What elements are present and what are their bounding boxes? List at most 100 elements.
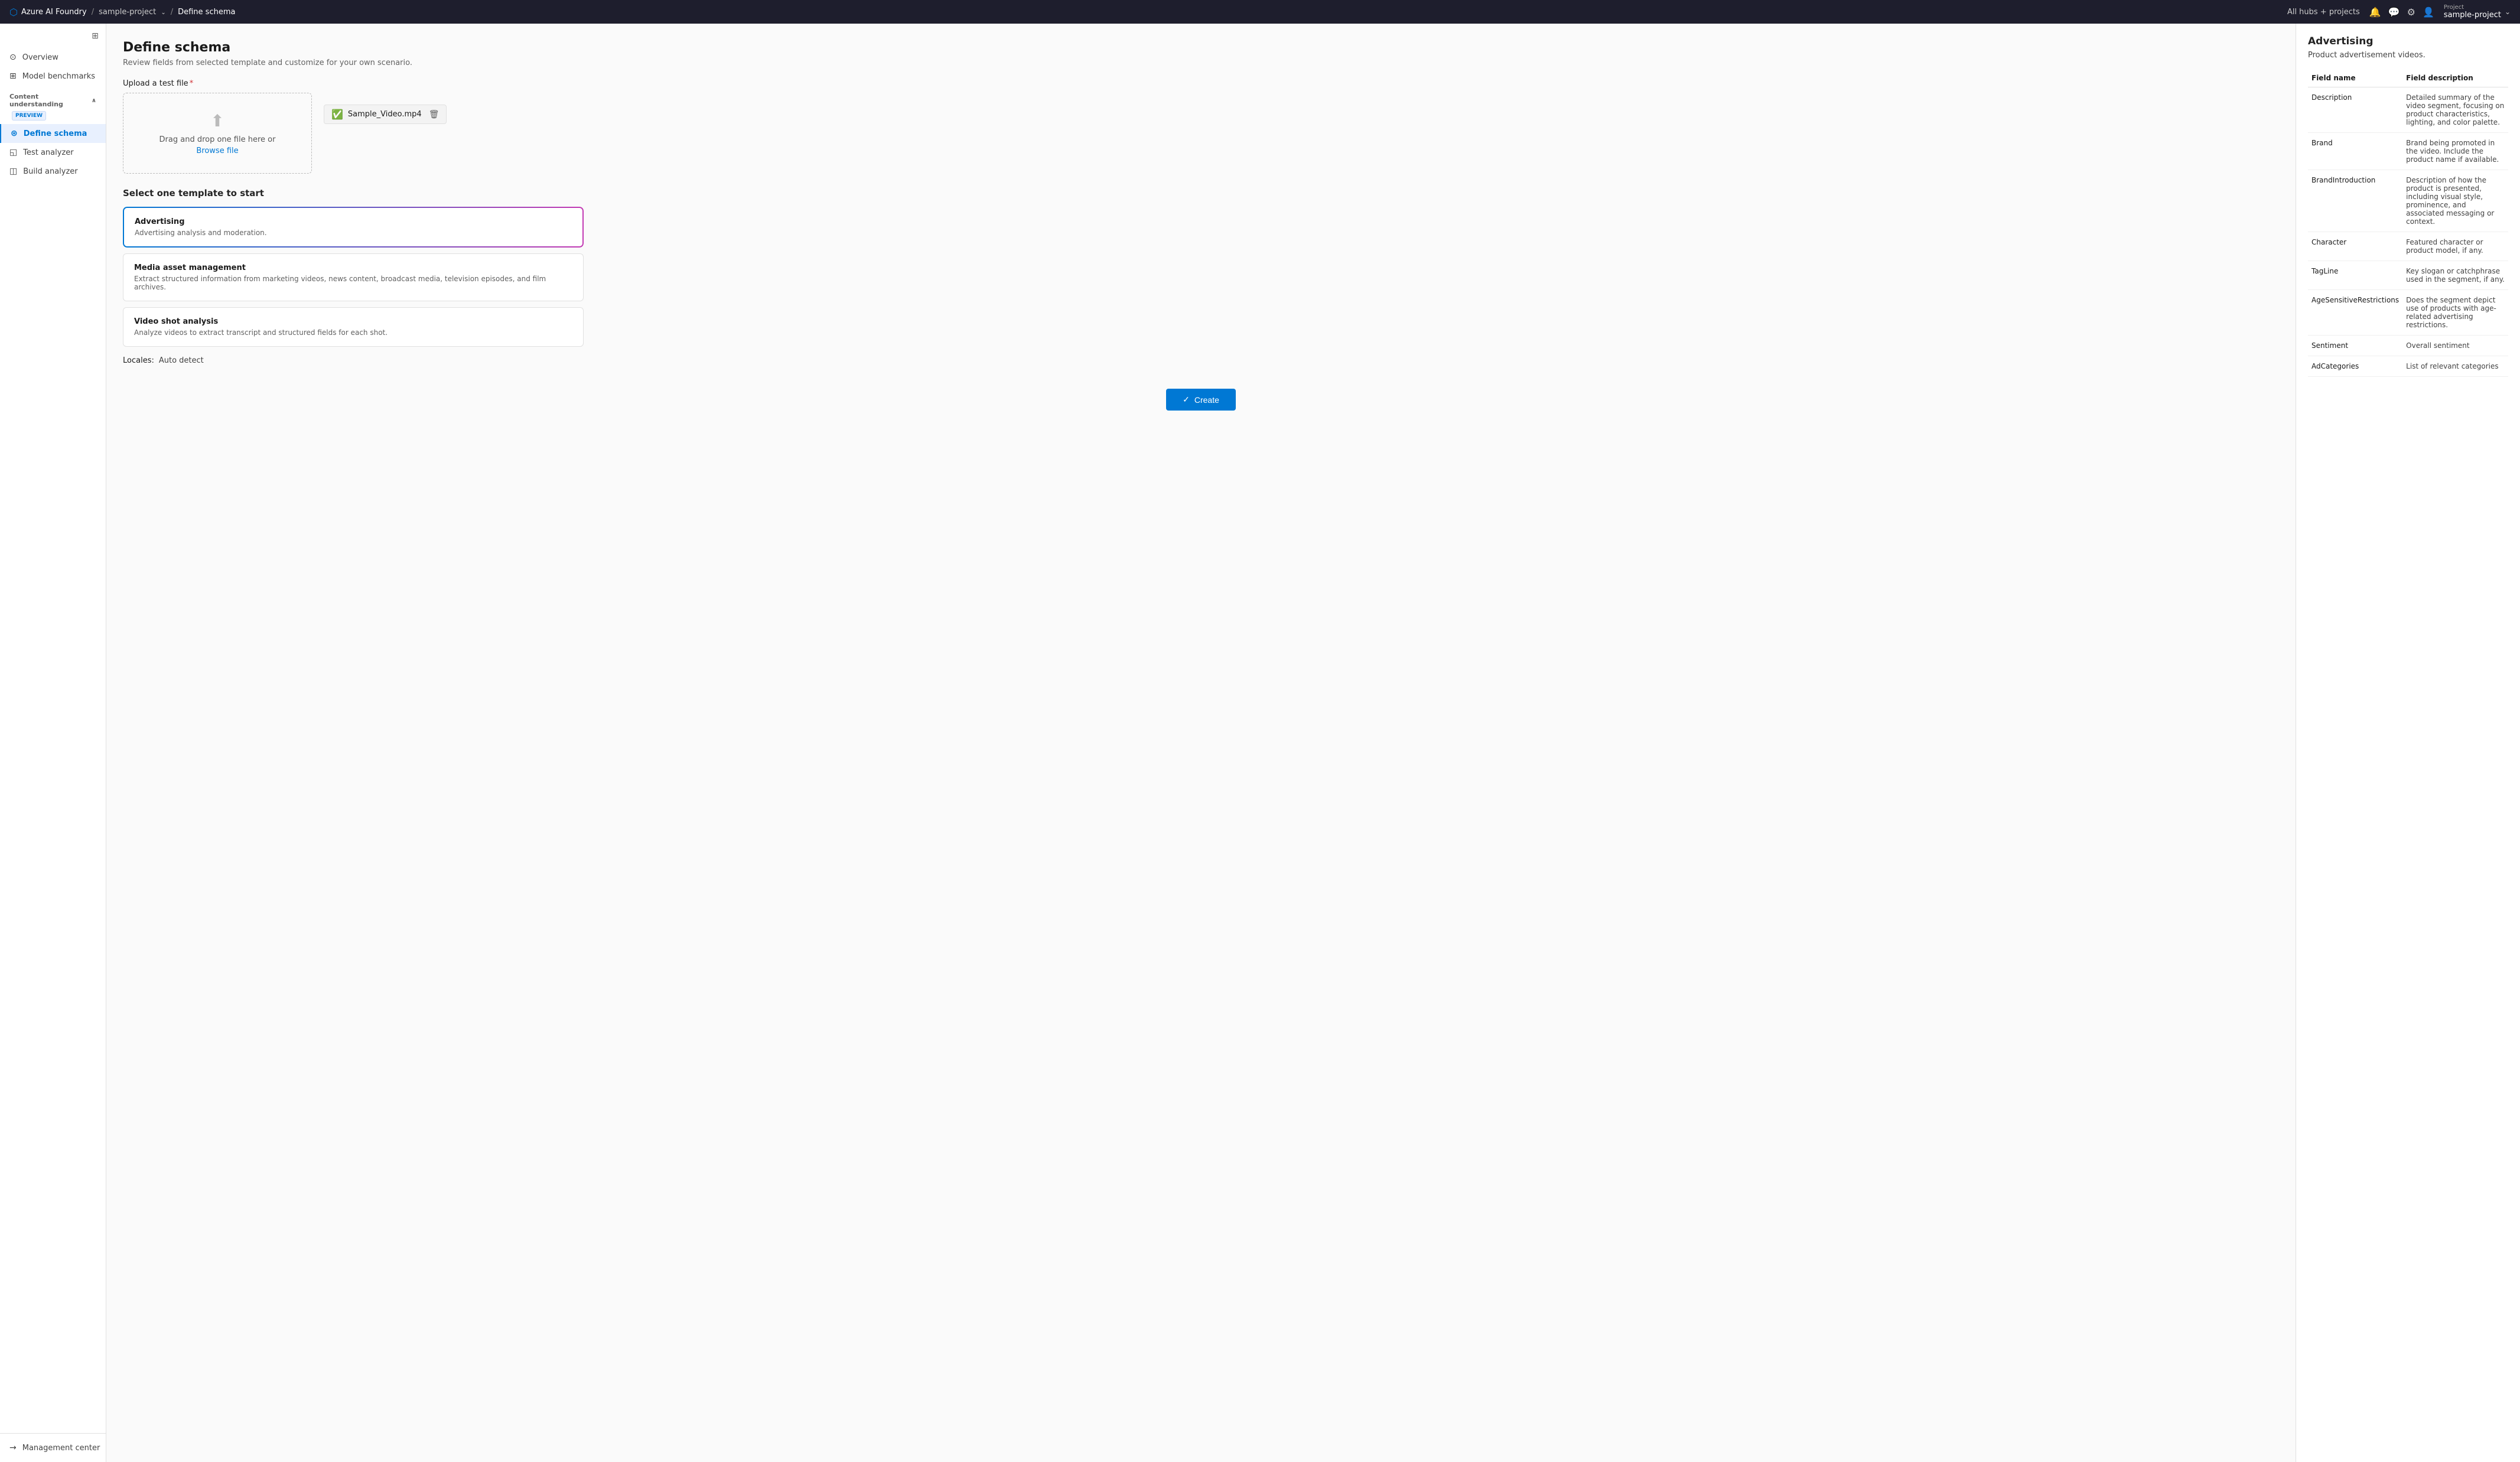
sidebar-item-label: Management center — [22, 1444, 100, 1453]
sidebar-item-define-schema[interactable]: ⊛ Define schema — [0, 124, 106, 143]
sidebar-section-content: ⊛ Define schema ◱ Test analyzer ◫ Build … — [0, 122, 106, 183]
sidebar-item-management-center[interactable]: → Management center — [0, 1438, 106, 1457]
app-layout: ⊞ ⊙ Overview ⊞ Model benchmarks Content … — [0, 24, 2520, 1462]
nav-right: All hubs + projects 🔔 💬 ⚙ 👤 Project samp… — [2287, 4, 2511, 19]
preview-badge: PREVIEW — [12, 111, 46, 121]
brand-icon: ⬡ — [9, 6, 18, 18]
management-icon: → — [9, 1443, 17, 1453]
field-name-cell: AgeSensitiveRestrictions — [2308, 290, 2402, 336]
field-desc-cell: Key slogan or catchphrase used in the se… — [2402, 261, 2508, 290]
schema-table-row: SentimentOverall sentiment — [2308, 336, 2508, 356]
sidebar: ⊞ ⊙ Overview ⊞ Model benchmarks Content … — [0, 24, 106, 1462]
nav-project[interactable]: sample-project ⌄ — [99, 8, 166, 17]
upload-section-label: Upload a test file* — [123, 79, 2279, 88]
project-dropdown-icon: ⌄ — [2505, 8, 2511, 16]
template-desc: Analyze videos to extract transcript and… — [134, 328, 572, 337]
sidebar-item-label: Overview — [22, 53, 58, 62]
sidebar-item-label: Build analyzer — [23, 167, 77, 176]
sidebar-collapse-row: ⊞ — [0, 28, 106, 45]
sidebar-item-build-analyzer[interactable]: ◫ Build analyzer — [0, 162, 106, 181]
upload-drag-text: Drag and drop one file here or — [135, 135, 299, 144]
field-desc-cell: Description of how the product is presen… — [2402, 170, 2508, 232]
project-label: Project — [2444, 4, 2501, 11]
create-button[interactable]: ✓ Create — [1166, 389, 1236, 411]
field-desc-cell: Brand being promoted in the video. Inclu… — [2402, 133, 2508, 170]
group-label-text: Content understanding — [9, 93, 92, 108]
template-card-advertising[interactable]: Advertising Advertising analysis and mod… — [123, 207, 584, 248]
field-name-cell: Brand — [2308, 133, 2402, 170]
schema-table-row: AgeSensitiveRestrictionsDoes the segment… — [2308, 290, 2508, 336]
sidebar-section-main: ⊙ Overview ⊞ Model benchmarks — [0, 45, 106, 88]
sidebar-item-model-benchmarks[interactable]: ⊞ Model benchmarks — [0, 67, 106, 86]
template-desc: Extract structured information from mark… — [134, 275, 572, 291]
template-card-media-asset[interactable]: Media asset management Extract structure… — [123, 253, 584, 301]
main-content: Define schema Review fields from selecte… — [106, 24, 2296, 1462]
template-card-video-shot[interactable]: Video shot analysis Analyze videos to ex… — [123, 307, 584, 347]
project-chevron-icon: ⌄ — [161, 9, 165, 16]
field-desc-cell: Featured character or product model, if … — [2402, 232, 2508, 261]
field-desc-cell: Overall sentiment — [2402, 336, 2508, 356]
define-schema-icon: ⊛ — [11, 129, 18, 138]
field-name-cell: Character — [2308, 232, 2402, 261]
sidebar-item-label: Model benchmarks — [22, 72, 95, 81]
col-header-field-name: Field name — [2308, 69, 2402, 87]
all-hubs-link[interactable]: All hubs + projects — [2287, 8, 2360, 17]
select-template-title: Select one template to start — [123, 188, 2279, 198]
create-label: Create — [1194, 395, 1219, 405]
panel-title: Advertising — [2308, 35, 2508, 47]
field-name-cell: Sentiment — [2308, 336, 2402, 356]
browse-link[interactable]: Browse file — [135, 146, 299, 155]
project-name: sample-project — [2444, 11, 2501, 19]
schema-table-row: AdCategoriesList of relevant categories — [2308, 356, 2508, 377]
test-analyzer-icon: ◱ — [9, 148, 17, 157]
page-title: Define schema — [123, 40, 2279, 55]
uploaded-file-name: Sample_Video.mp4 — [348, 110, 422, 119]
sidebar-item-overview[interactable]: ⊙ Overview — [0, 48, 106, 67]
right-panel: Advertising Product advertisement videos… — [2296, 24, 2520, 1462]
schema-table-row: BrandBrand being promoted in the video. … — [2308, 133, 2508, 170]
sidebar-item-test-analyzer[interactable]: ◱ Test analyzer — [0, 143, 106, 162]
benchmarks-icon: ⊞ — [9, 71, 17, 81]
overview-icon: ⊙ — [9, 53, 17, 62]
sidebar-collapse-button[interactable]: ⊞ — [92, 31, 99, 41]
project-details: Project sample-project — [2444, 4, 2501, 19]
schema-table-row: DescriptionDetailed summary of the video… — [2308, 87, 2508, 133]
nav-icon-group: 🔔 💬 ⚙ 👤 — [2369, 6, 2434, 18]
col-header-field-desc: Field description — [2402, 69, 2508, 87]
bell-icon[interactable]: 🔔 — [2369, 6, 2381, 18]
sidebar-item-label: Test analyzer — [23, 148, 73, 157]
settings-icon[interactable]: ⚙ — [2407, 6, 2415, 18]
upload-cloud-icon: ⬆ — [135, 111, 299, 131]
preview-badge-row: PREVIEW — [0, 110, 106, 122]
locales-row: Locales: Auto detect — [123, 356, 2279, 365]
brand-logo[interactable]: ⬡ Azure AI Foundry — [9, 6, 87, 18]
chat-icon[interactable]: 💬 — [2388, 6, 2400, 18]
upload-dropzone[interactable]: ⬆ Drag and drop one file here or Browse … — [123, 93, 312, 174]
project-selector[interactable]: Project sample-project ⌄ — [2444, 4, 2511, 19]
upload-row: ⬆ Drag and drop one file here or Browse … — [123, 93, 2279, 174]
file-check-icon: ✅ — [331, 109, 343, 120]
panel-subtitle: Product advertisement videos. — [2308, 51, 2508, 60]
locales-value: Auto detect — [159, 356, 204, 365]
nav-left: ⬡ Azure AI Foundry / sample-project ⌄ / … — [9, 6, 235, 18]
uploaded-file-area: ✅ Sample_Video.mp4 🗑 — [324, 93, 447, 124]
template-title: Video shot analysis — [134, 317, 572, 326]
required-marker: * — [190, 79, 194, 88]
top-navigation: ⬡ Azure AI Foundry / sample-project ⌄ / … — [0, 0, 2520, 24]
group-chevron-icon[interactable]: ∧ — [92, 97, 96, 104]
field-desc-cell: Does the segment depict use of products … — [2402, 290, 2508, 336]
field-desc-cell: List of relevant categories — [2402, 356, 2508, 377]
schema-table: Field name Field description Description… — [2308, 69, 2508, 377]
user-avatar-icon[interactable]: 👤 — [2423, 6, 2434, 18]
delete-file-icon[interactable]: 🗑 — [429, 110, 439, 119]
schema-table-row: CharacterFeatured character or product m… — [2308, 232, 2508, 261]
brand-name: Azure AI Foundry — [21, 8, 87, 17]
nav-separator: / — [92, 8, 94, 17]
create-button-row: ✓ Create — [123, 389, 2279, 411]
sidebar-item-label: Define schema — [24, 129, 87, 138]
template-title: Media asset management — [134, 263, 572, 272]
field-name-cell: TagLine — [2308, 261, 2402, 290]
template-desc: Advertising analysis and moderation. — [135, 229, 572, 237]
sidebar-bottom: → Management center — [0, 1433, 106, 1457]
locales-label: Locales: — [123, 356, 154, 365]
